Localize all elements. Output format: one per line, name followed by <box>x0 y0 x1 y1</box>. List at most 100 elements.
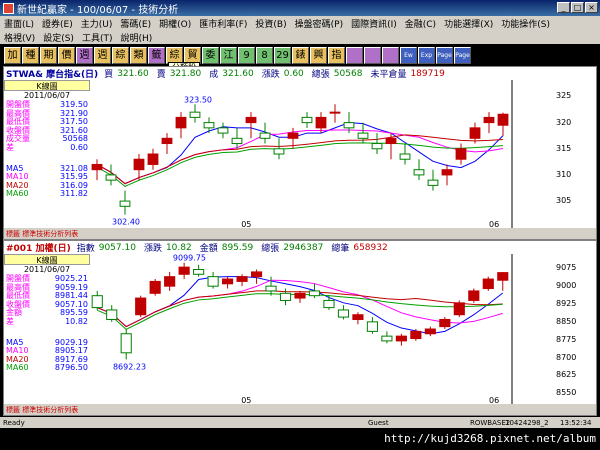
toolbar-button[interactable]: 類 <box>130 46 147 64</box>
y-tick-label: 8550 <box>556 388 577 398</box>
header-label: 漲跌 <box>143 244 162 254</box>
menu-bar: 畫面(L) 證券(E) 主力(U) 籌碼(E) 期權(O) 匯市利率(F) 投資(B) 操盤密… <box>0 16 600 44</box>
footer-label: 標籤 標準技術分析列表 <box>6 405 79 414</box>
candle-body <box>371 143 383 150</box>
toolbar-button[interactable]: 加 <box>4 46 21 64</box>
toolbar-button[interactable]: 綜 <box>112 46 129 64</box>
menu-item[interactable]: 操盤密碼(P) <box>295 17 343 30</box>
panel-footer: 標籤 標準技術分析列表 <box>4 404 596 415</box>
toolbar-button[interactable]: 指 <box>328 46 345 64</box>
candle-body <box>308 290 321 297</box>
menu-item[interactable]: 投資(B) <box>255 17 286 30</box>
header-label: 賣 <box>156 70 166 80</box>
status-user: Guest <box>368 418 389 427</box>
header-value: 321.60 <box>117 68 149 79</box>
toolbar-button[interactable]: 江 <box>220 46 237 64</box>
y-axis: 9075 9000 8925 8850 8775 8700 8625 8550 <box>552 254 596 404</box>
candle-body <box>424 328 436 335</box>
header-value: 50568 <box>333 68 363 79</box>
candle-body <box>329 111 341 114</box>
y-tick-label: 320 <box>556 117 572 127</box>
toolbar-button[interactable]: 錶 <box>292 46 309 64</box>
status-bar: Ready Guest ROWBASE2 10424298_2 13:52:34 <box>0 417 600 428</box>
candle-body <box>279 292 292 301</box>
menu-item[interactable]: 金融(C) <box>405 17 436 30</box>
menu-item[interactable]: 匯市利率(F) <box>199 17 247 30</box>
menu-item[interactable]: 工具(T) <box>82 31 113 44</box>
toolbar-button[interactable]: 週 <box>76 46 93 64</box>
header-value: 9057.10 <box>98 242 136 253</box>
candle-body <box>245 116 257 124</box>
info-row: 差 0.60 <box>4 143 90 153</box>
candle-body <box>294 292 306 299</box>
menu-item[interactable]: 期權(O) <box>159 17 191 30</box>
toolbar-button[interactable]: 期 <box>40 46 57 64</box>
toolbar-button[interactable]: 種 <box>22 46 39 64</box>
toolbar-button[interactable] <box>382 46 399 64</box>
toolbar-button[interactable]: 興 <box>310 46 327 64</box>
candle-body <box>91 163 103 171</box>
toolbar-button[interactable]: 29 <box>274 46 291 64</box>
chart-panel-taiex[interactable]: #001 加權(日) 指數 9057.10 漲跌 10.82 金額 895.59 總張 294… <box>3 240 597 416</box>
menu-item[interactable]: 功能選擇(X) <box>444 17 493 30</box>
toolbar-button[interactable]: 委 <box>202 46 219 64</box>
candlestick-chart[interactable]: 9099.75 8692.23 05 06 <box>90 254 554 404</box>
candle-body <box>106 309 118 320</box>
header-label: 總張 <box>311 70 330 80</box>
y-tick-label: 9000 <box>556 281 577 291</box>
toolbar-button[interactable]: 籤 <box>148 46 165 64</box>
menu-item[interactable]: 籌碼(E) <box>120 17 151 30</box>
panel-header: STWA& 摩台指&(日) 買 321.60 賣 321.80 成 321.60 漲跌 0.6… <box>4 67 596 80</box>
toolbar-button[interactable]: Exp <box>418 46 435 64</box>
info-row: 差 10.82 <box>4 316 90 327</box>
toolbar-button[interactable] <box>364 46 381 64</box>
toolbar-button[interactable]: 9 <box>238 46 255 64</box>
toolbar-button[interactable]: 貿 <box>184 46 201 64</box>
candle-body <box>91 295 103 309</box>
panel-footer: 標籤 標準技術分析列表 <box>4 228 596 239</box>
toolbar-button[interactable]: Page <box>454 46 471 64</box>
toolbar-button[interactable] <box>346 46 363 64</box>
y-tick-label: 8775 <box>556 334 577 344</box>
menu-item[interactable]: 設定(S) <box>43 31 74 44</box>
y-tick-label: 8850 <box>556 316 577 326</box>
menu-item[interactable]: 畫面(L) <box>4 17 34 30</box>
header-label: 漲跌 <box>261 70 280 80</box>
menu-item[interactable]: 國際資訊(I) <box>351 17 397 30</box>
close-button[interactable]: × <box>585 2 598 13</box>
x-tick-label: 06 <box>489 396 499 404</box>
candle-body <box>497 272 509 281</box>
status-left: Ready <box>3 418 25 427</box>
header-value: 0.60 <box>283 68 304 79</box>
header-value: 321.60 <box>222 68 254 79</box>
ma-value: 8796.50 <box>54 363 88 373</box>
candle-body <box>439 318 451 328</box>
toolbar-button[interactable]: 週 <box>94 46 111 64</box>
candle-body <box>482 278 494 290</box>
annotation-high: 9099.75 <box>173 254 206 263</box>
x-tick-label: 05 <box>241 220 251 228</box>
toolbar-button[interactable]: 綜 <box>166 46 183 64</box>
menu-item[interactable]: 功能操作(S) <box>501 17 550 30</box>
minimize-button[interactable]: _ <box>557 2 570 13</box>
menu-item[interactable]: 說明(H) <box>120 31 152 44</box>
menu-item[interactable]: 主力(U) <box>81 17 113 30</box>
toolbar-button[interactable]: 價 <box>58 46 75 64</box>
info-box: K線圖 2011/06/07 開盤價 9025.21 最高價 9059.19 最低價 89… <box>4 254 90 373</box>
candlestick-chart[interactable]: 323.50 302.40 05 06 <box>90 80 554 228</box>
info-value: 10.82 <box>65 316 88 326</box>
toolbar-button[interactable]: Ew <box>400 46 417 64</box>
header-value: 10.82 <box>165 242 192 253</box>
candle-body <box>399 153 411 160</box>
candle-body <box>164 276 176 287</box>
toolbar-button[interactable]: 8 <box>256 46 273 64</box>
symbol-label: STWA& 摩台指&(日) <box>6 70 99 80</box>
menu-item[interactable]: 證券(E) <box>42 17 73 30</box>
maximize-button[interactable]: □ <box>571 2 584 13</box>
y-axis: 325 320 315 310 305 <box>552 80 596 228</box>
y-tick-label: 8925 <box>556 299 577 309</box>
menu-item[interactable]: 格視(V) <box>4 31 35 44</box>
candle-body <box>265 285 277 292</box>
toolbar-button[interactable]: Page <box>436 46 453 64</box>
chart-panel-stwa[interactable]: STWA& 摩台指&(日) 買 321.60 賣 321.80 成 321.60 漲跌 0.6… <box>3 66 597 240</box>
